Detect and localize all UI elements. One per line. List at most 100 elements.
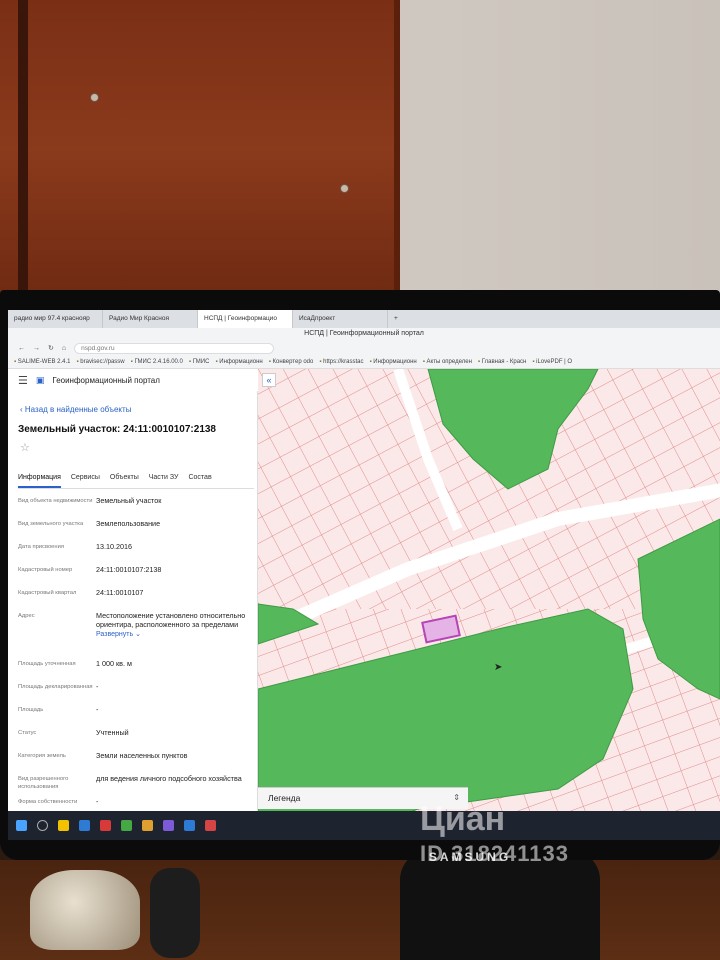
property-row: Категория земель Земли населенных пункто… xyxy=(18,750,254,771)
property-key: Вид земельного участка xyxy=(18,521,84,527)
bookmark[interactable]: Конвертер odo xyxy=(269,356,314,368)
property-row: Вид разрешенного использования для веден… xyxy=(18,773,254,794)
expand-address-button[interactable]: Развернуть ⌄ xyxy=(96,631,141,638)
decor-figurine xyxy=(30,870,140,950)
favorite-star-icon[interactable]: ☆ xyxy=(20,441,30,454)
shelf-screw xyxy=(340,184,349,193)
bookmark[interactable]: iLovePDF | О xyxy=(532,356,572,368)
property-key: Вид объекта недвижимости xyxy=(18,498,93,504)
property-key: Площадь уточненная xyxy=(18,661,76,667)
property-value: Земельный участок xyxy=(96,496,162,505)
watermark: Циан ID 318241133 xyxy=(420,800,720,867)
property-key: Площадь xyxy=(18,707,44,713)
bookmark[interactable]: ГМИС 2.4.16.00.0 xyxy=(131,356,182,368)
property-key: Дата присвоения xyxy=(18,544,64,550)
property-row: Площадь декларированная - xyxy=(18,681,254,702)
url-input[interactable]: nspd.gov.ru xyxy=(74,342,275,354)
legend-label: Легенда xyxy=(268,793,301,803)
property-value: 1 000 кв. м xyxy=(96,659,132,668)
app-title: Геоинформационный портал xyxy=(52,375,160,385)
home-icon[interactable]: ⌂ xyxy=(62,345,66,352)
tab-composition[interactable]: Состав xyxy=(188,469,211,488)
object-info-panel: ‹ Назад в найденные объекты Земельный уч… xyxy=(8,391,258,840)
shelf-edge xyxy=(18,0,28,300)
browser-tab-active[interactable]: НСПД | Геоинформацио xyxy=(198,310,293,328)
windows-start-icon[interactable] xyxy=(16,820,27,831)
browser-tab[interactable]: ИсаДпроект xyxy=(293,310,388,328)
property-key: Категория земель xyxy=(18,753,66,759)
property-value: - xyxy=(96,682,99,691)
property-key: Кадастровый квартал xyxy=(18,590,77,596)
watermark-name: Циан xyxy=(420,800,506,838)
property-value: 24:11:0010107 xyxy=(96,588,144,597)
property-key: Статус xyxy=(18,730,37,736)
property-row: Вид объекта недвижимости Земельный участ… xyxy=(18,495,254,516)
panel-tabs: Информация Сервисы Объекты Части ЗУ Сост… xyxy=(18,469,254,489)
cadastral-map[interactable]: « ➤ Легенда ⇕ xyxy=(258,369,720,840)
property-row: Кадастровый номер 24:11:0010107:2138 xyxy=(18,564,254,585)
property-value: - xyxy=(96,705,99,714)
property-value: 13.10.2016 xyxy=(96,542,132,551)
back-link-label: Назад в найденные объекты xyxy=(24,405,132,414)
map-canvas[interactable] xyxy=(258,369,720,840)
property-list: Вид объекта недвижимости Земельный участ… xyxy=(18,495,254,819)
taskbar-app-icon[interactable] xyxy=(121,820,132,831)
wooden-shelf xyxy=(0,0,400,300)
reload-icon[interactable]: ↻ xyxy=(48,344,54,352)
browser-tab[interactable]: радио мир 97.4 краснояр xyxy=(8,310,103,328)
address-value: Местоположение установлено относительно … xyxy=(96,611,246,629)
bookmark[interactable]: Акты определен xyxy=(423,356,472,368)
property-row: Кадастровый квартал 24:11:0010107 xyxy=(18,587,254,608)
property-row: Статус Учтенный xyxy=(18,727,254,748)
property-value: Местоположение установлено относительно … xyxy=(96,610,254,656)
tab-information[interactable]: Информация xyxy=(18,469,61,488)
property-key: Вид разрешенного использования xyxy=(18,776,69,790)
forward-icon[interactable]: → xyxy=(33,345,40,352)
menu-icon[interactable]: ☰ xyxy=(18,374,28,387)
new-tab-button[interactable]: + xyxy=(388,310,408,328)
taskbar-app-icon[interactable] xyxy=(163,820,174,831)
taskbar-app-icon[interactable] xyxy=(184,820,195,831)
taskbar-app-icon[interactable] xyxy=(100,820,111,831)
bookmarks-bar: SALIME-WEB 2.4.1 bravisec://passw ГМИС 2… xyxy=(8,356,720,369)
bookmark[interactable]: ГМИС xyxy=(189,356,210,368)
property-row-address: Адрес Местоположение установлено относит… xyxy=(18,610,254,656)
property-row: Площадь уточненная 1 000 кв. м xyxy=(18,658,254,679)
collapse-panel-icon[interactable]: « xyxy=(262,373,276,387)
portal-logo-icon: ▣ xyxy=(35,374,45,385)
bookmark[interactable]: Информационн xyxy=(215,356,262,368)
property-value: Земли населенных пунктов xyxy=(96,751,188,760)
property-key: Кадастровый номер xyxy=(18,567,73,573)
taskbar-app-icon[interactable] xyxy=(58,820,69,831)
property-value: Землепользование xyxy=(96,519,161,528)
search-icon[interactable] xyxy=(37,820,48,831)
property-value: 24:11:0010107:2138 xyxy=(96,565,162,574)
bookmark[interactable]: https://krasstac xyxy=(319,356,363,368)
tab-objects[interactable]: Объекты xyxy=(110,469,139,488)
watermark-id: ID 318241133 xyxy=(420,841,570,866)
bookmark[interactable]: bravisec://passw xyxy=(76,356,124,368)
app-header: ☰ ▣ Геоинформационный портал xyxy=(8,369,258,391)
bookmark[interactable]: Информационн xyxy=(370,356,416,368)
back-to-results-link[interactable]: ‹ Назад в найденные объекты xyxy=(20,405,131,414)
address-bar: ← → ↻ ⌂ nspd.gov.ru xyxy=(8,340,720,356)
taskbar-app-icon[interactable] xyxy=(142,820,153,831)
bookmark[interactable]: Главная - Красн xyxy=(478,356,527,368)
browser-tab-bar: радио мир 97.4 краснояр Радио Мир Красно… xyxy=(8,310,720,328)
decor-figurine-dark xyxy=(150,868,200,958)
property-key: Адрес xyxy=(18,613,35,619)
tab-services[interactable]: Сервисы xyxy=(71,469,100,488)
tab-parts[interactable]: Части ЗУ xyxy=(149,469,179,488)
chevron-down-icon: ⌄ xyxy=(135,631,141,638)
taskbar-app-icon[interactable] xyxy=(205,820,216,831)
property-key: Площадь декларированная xyxy=(18,684,93,690)
browser-tab[interactable]: Радио Мир Красноя xyxy=(103,310,198,328)
property-row: Площадь - xyxy=(18,704,254,725)
property-value: для ведения личного подсобного хозяйства xyxy=(96,774,242,783)
property-row: Вид земельного участка Землепользование xyxy=(18,518,254,539)
taskbar-app-icon[interactable] xyxy=(79,820,90,831)
back-icon[interactable]: ← xyxy=(18,345,25,352)
shelf-screw xyxy=(90,93,99,102)
bookmark[interactable]: SALIME-WEB 2.4.1 xyxy=(14,356,71,368)
object-title: Земельный участок: 24:11:0010107:2138 xyxy=(18,424,216,435)
